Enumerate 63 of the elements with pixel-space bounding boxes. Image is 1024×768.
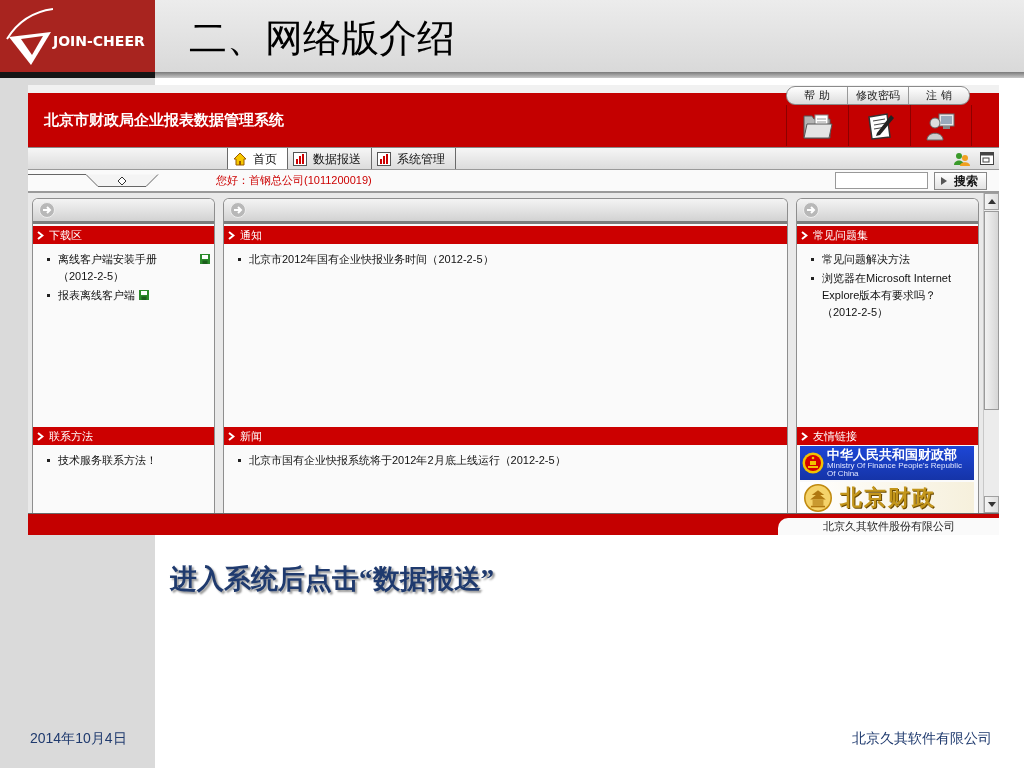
- search-button[interactable]: 搜索: [934, 171, 987, 190]
- folder-icon[interactable]: [802, 112, 833, 139]
- item-link[interactable]: 技术服务联系方法！: [58, 452, 157, 469]
- ministry-banner[interactable]: 中华人民共和国财政部 Ministry Of Finance People's Republic Of China: [800, 446, 974, 480]
- chevron-icon: [228, 431, 235, 441]
- item-link[interactable]: 常见问题解决方法: [822, 251, 910, 268]
- slide-title: 二、网络版介绍: [189, 18, 455, 60]
- company-text: 北京久其软件有限公司: [852, 730, 992, 746]
- nav-tab[interactable]: 首页: [227, 148, 288, 169]
- app-title: 北京市财政局企业报表数据管理系统: [44, 109, 284, 130]
- chart-icon: [293, 151, 307, 166]
- header-link[interactable]: 修改密码: [847, 87, 908, 104]
- chevron-icon: [801, 230, 808, 240]
- item-link[interactable]: 北京市国有企业快报系统将于2012年2月底上线运行（2012-2-5）: [249, 452, 566, 469]
- chevron-icon: [228, 230, 235, 240]
- chevron-icon: [37, 230, 44, 240]
- scroll-up-button[interactable]: [984, 193, 999, 210]
- caret-down-icon: [987, 502, 996, 507]
- bullet-icon: [811, 258, 814, 261]
- bullet-icon: [47, 258, 50, 261]
- item-link[interactable]: 北京市2012年国有企业快报业务时间（2012-2-5）: [249, 251, 494, 268]
- section-title: 新闻: [240, 428, 262, 444]
- chart-icon: [377, 151, 391, 166]
- bullet-icon: [238, 258, 241, 261]
- window-icon[interactable]: [980, 152, 994, 165]
- section-title: 联系方法: [49, 428, 93, 444]
- bullet-icon: [47, 294, 50, 297]
- banner-title: 北京财政: [840, 485, 936, 511]
- section-title: 下载区: [49, 227, 82, 243]
- chevron-icon: [801, 431, 808, 441]
- scroll-down-button[interactable]: [984, 496, 999, 513]
- nav-tab[interactable]: 数据报送: [288, 148, 372, 169]
- header-link[interactable]: 帮 助: [787, 87, 847, 104]
- emblem-icon: [802, 452, 824, 474]
- section-title: 常见问题集: [813, 227, 868, 243]
- collapse-handle-icon[interactable]: [28, 173, 160, 188]
- date-text: 2014年10月4日: [30, 730, 127, 746]
- bullet-icon: [811, 277, 814, 280]
- section-title: 友情链接: [813, 428, 857, 444]
- temple-icon: [804, 484, 832, 512]
- company-footer: 北京久其软件股份有限公司: [778, 518, 999, 535]
- chevron-icon: [37, 431, 44, 441]
- logo-text: JOIN-CHEER: [53, 31, 145, 51]
- caret-right-icon: [941, 176, 947, 185]
- slide-caption: 进入系统后点击“数据报送”: [170, 563, 494, 596]
- user-computer-icon[interactable]: [926, 110, 956, 141]
- nav-tab[interactable]: 系统管理: [372, 148, 456, 169]
- bullet-icon: [238, 459, 241, 462]
- banner-title: 中华人民共和国财政部: [827, 448, 958, 462]
- scrollbar-thumb[interactable]: [984, 211, 999, 410]
- people-icon[interactable]: [954, 151, 970, 166]
- item-link[interactable]: 报表离线客户端: [58, 287, 135, 304]
- section-title: 通知: [240, 227, 262, 243]
- caret-up-icon: [987, 199, 996, 204]
- banner-subtitle: Ministry Of Finance People's Republic Of China: [827, 462, 963, 478]
- bullet-icon: [47, 459, 50, 462]
- item-link[interactable]: 离线客户端安装手册（2012-2-5）: [58, 251, 196, 285]
- logo-icon: [5, 5, 53, 67]
- header-link[interactable]: 注 销: [908, 87, 969, 104]
- item-link[interactable]: 浏览器在Microsoft Internet Explore版本有要求吗？（2012-2-5）: [822, 270, 974, 321]
- greeting-text: 您好：首钢总公司(1011200019): [216, 173, 372, 189]
- search-field[interactable]: [835, 172, 928, 189]
- home-icon: [233, 151, 247, 166]
